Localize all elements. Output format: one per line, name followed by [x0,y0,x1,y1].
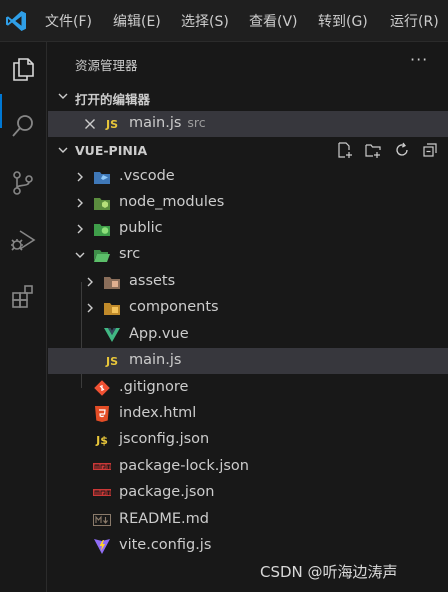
tree-item-label: main.js [129,352,182,368]
js-file-icon: JS [105,354,118,368]
menu-bar: 文件(F) 编辑(E) 选择(S) 查看(V) 转到(G) 运行(R) [0,0,448,42]
chevron-right-icon [77,224,83,234]
src-folder-open-icon [93,246,111,264]
js-file-icon: JS [105,117,118,131]
html-file-icon [93,405,111,423]
tree-item-main-js[interactable]: JS main.js [48,348,448,374]
explorer-icon[interactable] [6,52,40,86]
node-folder-icon [93,194,111,212]
vscode-folder-icon [93,168,111,186]
tree-item-label: node_modules [119,194,225,210]
open-editors-header[interactable]: 打开的编辑器 [48,86,448,108]
assets-folder-icon [103,273,121,291]
jsconfig-file-icon: J$ [96,433,108,447]
extensions-icon[interactable] [6,280,40,314]
tree-item-app-vue[interactable]: App.vue [48,322,448,348]
chevron-down-icon [58,93,68,99]
npm-file-icon [93,484,111,502]
chevron-right-icon [77,172,83,182]
tree-item-assets[interactable]: assets [48,269,448,295]
vue-file-icon [103,326,121,344]
chevron-right-icon [87,303,93,313]
menu-edit[interactable]: 编辑(E) [113,11,161,31]
chevron-down-icon [58,147,68,153]
more-actions-icon[interactable]: ··· [410,50,428,69]
chevron-right-icon [77,198,83,208]
tree-item-package-lock[interactable]: package-lock.json [48,454,448,480]
chevron-right-icon [87,277,93,287]
open-editor-item[interactable]: JS main.js src [48,111,448,137]
tree-item-public[interactable]: public [48,216,448,242]
explorer-sidebar: 资源管理器 ··· 打开的编辑器 JS main.js src VUE-PINIA… [48,42,448,592]
open-editor-name: main.js src [129,115,206,131]
active-indicator [0,94,2,128]
menu-go[interactable]: 转到(G) [318,11,368,31]
collapse-all-icon[interactable] [421,141,439,159]
tree-item-readme[interactable]: README.md [48,507,448,533]
activity-bar [0,42,47,592]
menu-file[interactable]: 文件(F) [45,11,92,31]
new-folder-icon[interactable] [364,141,382,159]
project-header[interactable]: VUE-PINIA [48,140,448,162]
project-label: VUE-PINIA [75,143,148,158]
tree-item-gitignore[interactable]: .gitignore [48,375,448,401]
vscode-logo-icon [6,11,26,31]
close-icon[interactable] [84,118,96,130]
tree-item-jsconfig[interactable]: J$ jsconfig.json [48,427,448,453]
open-editor-path: src [187,115,206,130]
tree-item-vscode[interactable]: .vscode [48,164,448,190]
git-file-icon [93,379,111,397]
tree-item-label: App.vue [129,326,189,342]
chevron-down-icon [75,252,85,258]
tree-item-label: .gitignore [119,379,189,395]
tree-item-label: package-lock.json [119,458,249,474]
menu-run[interactable]: 运行(R) [390,11,439,31]
tree-item-label: README.md [119,511,209,527]
npm-file-icon [93,458,111,476]
menu-selection[interactable]: 选择(S) [181,11,229,31]
tree-item-label: .vscode [119,168,175,184]
tree-item-label: src [119,246,141,262]
tree-item-label: index.html [119,405,197,421]
sidebar-title: 资源管理器 [75,58,138,73]
vite-file-icon [93,537,111,555]
markdown-file-icon [93,511,111,529]
tree-item-node-modules[interactable]: node_modules [48,190,448,216]
refresh-icon[interactable] [393,141,411,159]
new-file-icon[interactable] [336,141,354,159]
search-icon[interactable] [6,109,40,143]
tree-item-package-json[interactable]: package.json [48,480,448,506]
run-debug-icon[interactable] [6,223,40,257]
watermark: CSDN @听海边涛声 [260,563,398,581]
tree-item-label: vite.config.js [119,537,212,553]
tree-item-label: assets [129,273,176,289]
tree-item-index-html[interactable]: index.html [48,401,448,427]
source-control-icon[interactable] [6,166,40,200]
tree-item-label: public [119,220,163,236]
tree-item-label: components [129,299,219,315]
components-folder-icon [103,299,121,317]
public-folder-icon [93,220,111,238]
tree-item-components[interactable]: components [48,295,448,321]
tree-item-vite-config[interactable]: vite.config.js [48,533,448,559]
tree-item-label: jsconfig.json [119,431,210,447]
menu-view[interactable]: 查看(V) [249,11,298,31]
open-editors-label: 打开的编辑器 [75,92,151,107]
tree-item-label: package.json [119,484,215,500]
tree-item-src[interactable]: src [48,242,448,268]
